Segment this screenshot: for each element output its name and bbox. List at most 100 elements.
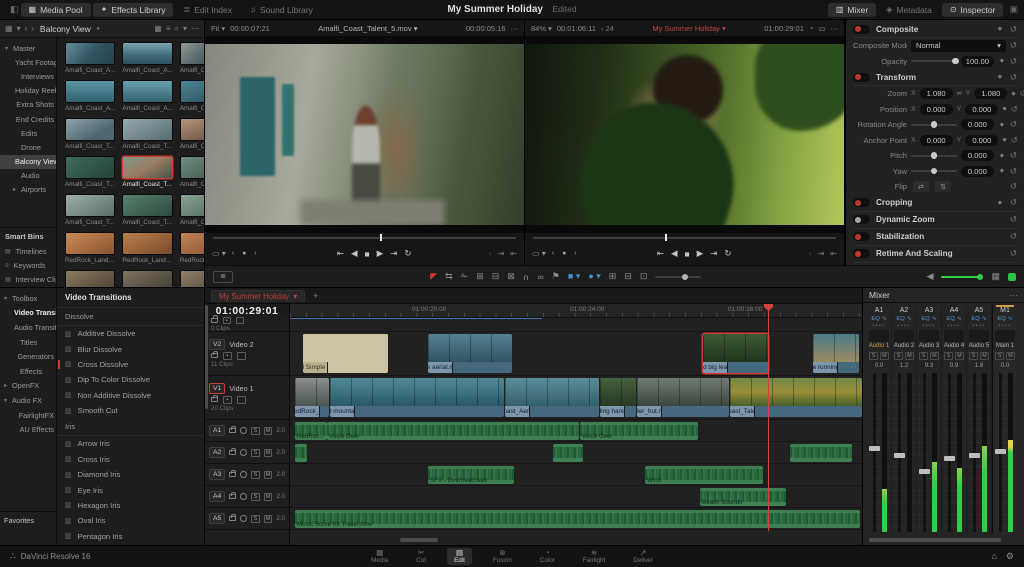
marker-color-icon[interactable]: ■ ▾: [568, 271, 580, 282]
reset-icon[interactable]: ↺: [1010, 56, 1017, 67]
pan-control[interactable]: [919, 330, 939, 342]
flip-vertical-button[interactable]: ⇅: [935, 181, 951, 192]
media-clip-thumbnail[interactable]: RedRock_Talen...: [65, 270, 115, 287]
bin-expand-icon[interactable]: ▾: [5, 45, 11, 52]
insert-clip-icon[interactable]: ⊞: [476, 271, 484, 282]
fader-knob[interactable]: [969, 453, 980, 458]
color-palette-icon[interactable]: ◔: [809, 24, 814, 33]
smart-bin-item[interactable]: ▤ Interview Clips: [0, 273, 56, 287]
track-id-chip[interactable]: V1: [209, 383, 225, 394]
page-tab[interactable]: ◔ Color: [533, 548, 562, 565]
solo-button[interactable]: S: [919, 352, 928, 360]
yaw-slider[interactable]: [911, 170, 957, 172]
bin-item[interactable]: End Credits: [0, 112, 56, 126]
stop-button[interactable]: ■: [365, 248, 370, 259]
auto-select-icon[interactable]: ▪: [223, 352, 232, 360]
media-clip-thumbnail[interactable]: Amalfi_Coast_A...: [122, 42, 172, 77]
solo-button[interactable]: S: [894, 352, 903, 360]
current-bin-name[interactable]: Balcony View: [40, 24, 91, 34]
audio-enabled-indicator[interactable]: [1008, 273, 1016, 281]
selection-mode-icon[interactable]: ◤: [430, 271, 437, 282]
track-id-chip[interactable]: V2: [209, 339, 225, 350]
timeline-scrub-playhead[interactable]: [665, 234, 667, 241]
reset-icon[interactable]: ↺: [1010, 231, 1017, 242]
fader-knob[interactable]: [944, 456, 955, 461]
mute-button[interactable]: M: [264, 515, 273, 523]
top-toolbar-button[interactable]: ✦ Effects Library: [93, 3, 174, 17]
opacity-slider[interactable]: [911, 60, 957, 62]
mark-out-icon[interactable]: ⇤: [830, 249, 837, 258]
video-clip[interactable]: RedRock_...: [295, 378, 329, 417]
reset-icon[interactable]: ↺: [1010, 166, 1017, 177]
keyframe-icon[interactable]: ◆: [996, 74, 1004, 80]
pan-control[interactable]: [995, 330, 1015, 342]
effects-category-item[interactable]: Audio Transitions: [0, 320, 56, 335]
stop-button[interactable]: ■: [685, 248, 690, 259]
composite-enable-toggle[interactable]: [853, 25, 870, 34]
disable-track-icon[interactable]: [237, 396, 246, 404]
keyframe-icon[interactable]: ◆: [998, 58, 1006, 64]
effects-category-item[interactable]: Effects: [0, 364, 56, 379]
pitch-slider[interactable]: [911, 155, 957, 157]
video-lane-v1[interactable]: RedRock_... lake and mountains.mov Amalf…: [290, 376, 862, 420]
opacity-value[interactable]: 100.00: [961, 56, 994, 67]
mute-button[interactable]: M: [930, 352, 939, 360]
effects-category-item[interactable]: Video Transitions: [0, 306, 56, 321]
timeline-view-options-icon[interactable]: ≣: [213, 271, 233, 283]
video-clip[interactable]: Lower 3rd Simple Underline◆: [303, 334, 388, 373]
lock-icon[interactable]: [229, 494, 236, 499]
fader-knob[interactable]: [995, 449, 1006, 454]
eq-control[interactable]: EQ∿: [871, 315, 886, 323]
lock-icon[interactable]: [229, 472, 236, 477]
page-tab[interactable]: ⊛ Fusion: [486, 548, 519, 565]
media-clip-thumbnail[interactable]: Amalfi_Coast_T...: [65, 156, 115, 191]
track-name[interactable]: Video 2: [229, 340, 253, 349]
media-clip-thumbnail[interactable]: Amalfi_Coast_A...: [65, 42, 115, 77]
transition-item[interactable]: ▥ Cross Iris: [57, 452, 204, 467]
bin-item[interactable]: Audio: [0, 169, 56, 183]
yaw-value[interactable]: 0.000: [961, 166, 994, 177]
timecode-keyboard-icon[interactable]: ▦: [991, 271, 1000, 282]
reset-icon[interactable]: ↺: [1020, 88, 1024, 99]
fader-knob[interactable]: [894, 453, 905, 458]
solo-button[interactable]: S: [251, 449, 260, 457]
eq-control[interactable]: EQ∿: [921, 315, 936, 323]
chevron-down-icon[interactable]: ▾: [183, 24, 187, 33]
bin-item[interactable]: Balcony View: [0, 155, 56, 169]
audio-clip[interactable]: [790, 444, 852, 462]
top-toolbar-button[interactable]: ≣ Edit Index: [175, 3, 240, 17]
bin-item[interactable]: Drone: [0, 140, 56, 154]
viewer-options-menu[interactable]: ▭ ▾: [212, 249, 226, 258]
reset-icon[interactable]: ↺: [1010, 72, 1017, 83]
eq-control[interactable]: EQ∿: [946, 315, 961, 323]
mixer-more-menu[interactable]: ⋯: [1010, 290, 1019, 301]
transition-item[interactable]: ▥ Non Additive Dissolve: [57, 388, 204, 403]
solo-button[interactable]: S: [251, 493, 260, 501]
transition-item[interactable]: ▥ Hexagon Iris: [57, 498, 204, 513]
disable-track-icon[interactable]: [237, 352, 246, 360]
loop-button[interactable]: ↻: [404, 248, 411, 259]
inspector-section-header[interactable]: Cropping ◆ ↺: [853, 195, 1017, 212]
section-enable-toggle[interactable]: [853, 215, 870, 224]
first-frame-button[interactable]: ⇤: [337, 248, 344, 259]
fullscreen-icon[interactable]: ▭: [818, 24, 825, 33]
category-expand-icon[interactable]: ▾: [4, 295, 10, 302]
lock-icon[interactable]: [211, 318, 218, 323]
effects-category-item[interactable]: Titles: [0, 335, 56, 350]
timeline-playhead[interactable]: [768, 304, 769, 531]
lock-icon[interactable]: [229, 516, 236, 521]
effects-category-item[interactable]: ▾ Toolbox: [0, 291, 56, 306]
top-toolbar-button[interactable]: ▦ Media Pool: [21, 3, 91, 17]
zoom-detail-icon[interactable]: ⊟: [624, 271, 632, 282]
mark-out-icon[interactable]: ⇤: [510, 249, 517, 258]
mark-in-icon[interactable]: ⇥: [818, 249, 825, 258]
reset-icon[interactable]: ↺: [1010, 24, 1017, 35]
track-id-chip[interactable]: A2: [209, 447, 225, 458]
transition-item[interactable]: ▥ Diamond Iris: [57, 467, 204, 482]
mixer-scrollbar[interactable]: [869, 538, 1001, 542]
audio-clip[interactable]: Wind: [645, 466, 763, 484]
media-clip-thumbnail[interactable]: Amalfi_Coast_T...: [122, 118, 172, 153]
bin-item[interactable]: Extra Shots: [0, 98, 56, 112]
effects-category-item[interactable]: Generators: [0, 349, 56, 364]
smart-bin-item[interactable]: ≡ Keywords: [0, 259, 56, 273]
